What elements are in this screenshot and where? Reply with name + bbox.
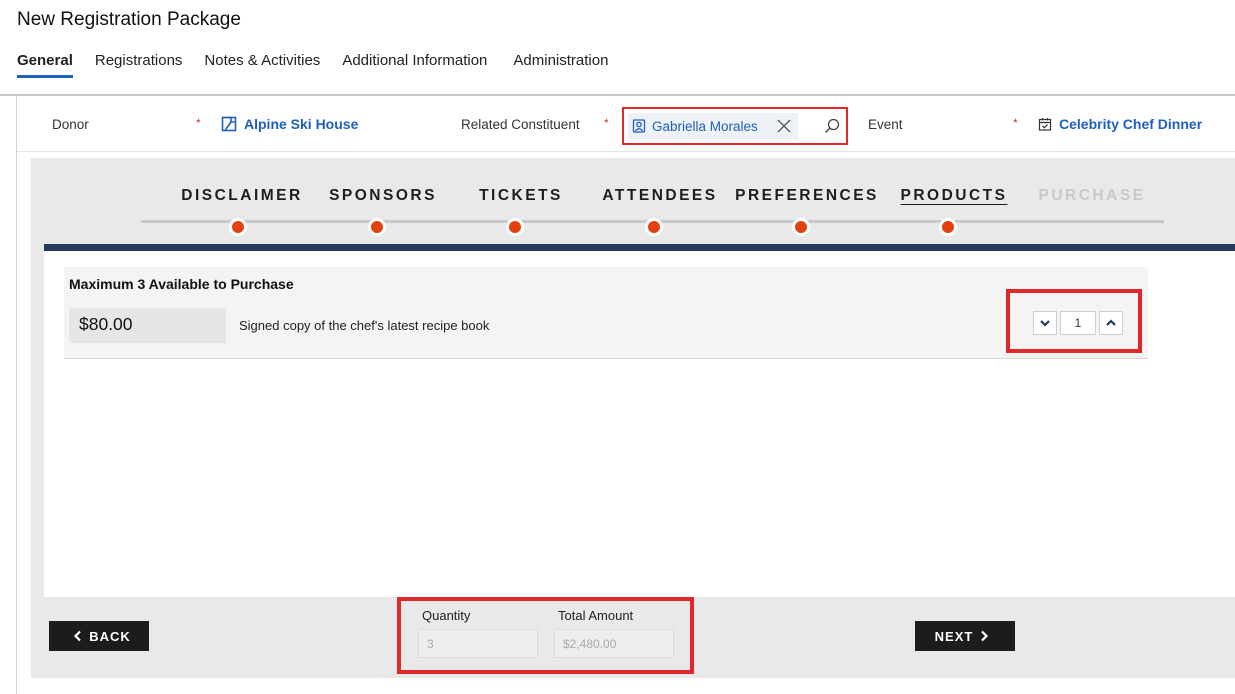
chevron-right-icon <box>981 630 989 642</box>
step-preferences[interactable]: PREFERENCES <box>735 187 879 205</box>
page-title: New Registration Package <box>17 9 241 30</box>
donor-label: Donor <box>52 117 89 132</box>
constituent-name: Gabriella Morales <box>652 118 758 134</box>
event-label: Event <box>868 117 903 132</box>
product-description: Signed copy of the chef's latest recipe … <box>239 318 490 333</box>
quantity-input[interactable]: 1 <box>1060 311 1096 335</box>
account-icon <box>221 116 237 132</box>
product-item: Maximum 3 Available to Purchase $80.00 S… <box>64 267 1148 359</box>
donor-value: Alpine Ski House <box>244 116 359 132</box>
step-dot <box>506 218 524 236</box>
donor-link[interactable]: Alpine Ski House <box>221 116 358 132</box>
step-purchase: PURCHASE <box>1039 187 1146 205</box>
close-icon[interactable] <box>776 118 792 134</box>
related-constituent-lookup[interactable]: Gabriella Morales <box>622 107 848 145</box>
back-button[interactable]: BACK <box>49 621 149 651</box>
quantity-total-field: 3 <box>418 629 538 658</box>
next-label: NEXT <box>934 628 974 644</box>
total-amount-label: Total Amount <box>558 608 634 623</box>
event-link[interactable]: Celebrity Chef Dinner <box>1038 116 1202 132</box>
constituent-chip[interactable]: Gabriella Morales <box>628 113 798 139</box>
contact-icon <box>632 119 646 133</box>
step-products[interactable]: PRODUCTS <box>901 187 1008 205</box>
step-dot <box>792 218 810 236</box>
quantity-stepper: 1 <box>1033 311 1123 335</box>
donor-required-marker: * <box>196 116 201 130</box>
chevron-down-icon <box>1040 320 1050 327</box>
step-label: SPONSORS <box>329 187 437 204</box>
event-value: Celebrity Chef Dinner <box>1059 116 1203 132</box>
decrement-button[interactable] <box>1033 311 1057 335</box>
step-label: ATTENDEES <box>602 187 718 204</box>
step-dot <box>939 218 957 236</box>
increment-button[interactable] <box>1099 311 1123 335</box>
section-header-bar <box>44 244 1235 251</box>
header-fields: Donor * Alpine Ski House Related Constit… <box>17 98 1235 152</box>
event-required-marker: * <box>1013 116 1018 130</box>
search-icon[interactable] <box>824 118 840 134</box>
tab-administration[interactable]: Administration <box>513 52 608 78</box>
product-price: $80.00 <box>69 308 226 343</box>
step-label: TICKETS <box>479 187 563 204</box>
related-constituent-label: Related Constituent <box>461 117 580 132</box>
quantity-total-label: Quantity <box>422 608 471 623</box>
step-tickets[interactable]: TICKETS <box>479 187 563 205</box>
next-button[interactable]: NEXT <box>915 621 1015 651</box>
total-amount-field: $2,480.00 <box>554 629 674 658</box>
product-max-available: Maximum 3 Available to Purchase <box>69 276 294 292</box>
back-label: BACK <box>89 628 131 644</box>
step-dot <box>645 218 663 236</box>
step-label: PURCHASE <box>1038 187 1146 204</box>
step-dot <box>229 218 247 236</box>
tab-notes-activities[interactable]: Notes & Activities <box>204 52 320 78</box>
chevron-left-icon <box>74 630 81 642</box>
calendar-icon <box>1038 118 1052 131</box>
wizard-steps: DISCLAIMER SPONSORS TICKETS ATTENDEES PR… <box>31 158 1235 244</box>
step-label: PRODUCTS <box>900 187 1008 204</box>
step-label: DISCLAIMER <box>181 187 303 204</box>
left-divider <box>16 96 17 694</box>
step-attendees[interactable]: ATTENDEES <box>602 187 717 205</box>
step-disclaimer[interactable]: DISCLAIMER <box>181 187 302 205</box>
registration-wizard: DISCLAIMER SPONSORS TICKETS ATTENDEES PR… <box>31 158 1235 678</box>
tab-registrations[interactable]: Registrations <box>95 52 183 78</box>
tab-general[interactable]: General <box>17 52 73 78</box>
chevron-up-icon <box>1106 319 1116 326</box>
related-constituent-required-marker: * <box>604 116 609 130</box>
step-label: PREFERENCES <box>735 187 879 204</box>
tabs-divider <box>0 94 1235 96</box>
step-sponsors[interactable]: SPONSORS <box>329 187 437 205</box>
tab-bar: General Registrations Notes & Activities… <box>17 52 630 78</box>
step-dot <box>368 218 386 236</box>
tab-additional-information[interactable]: Additional Information <box>342 52 487 78</box>
